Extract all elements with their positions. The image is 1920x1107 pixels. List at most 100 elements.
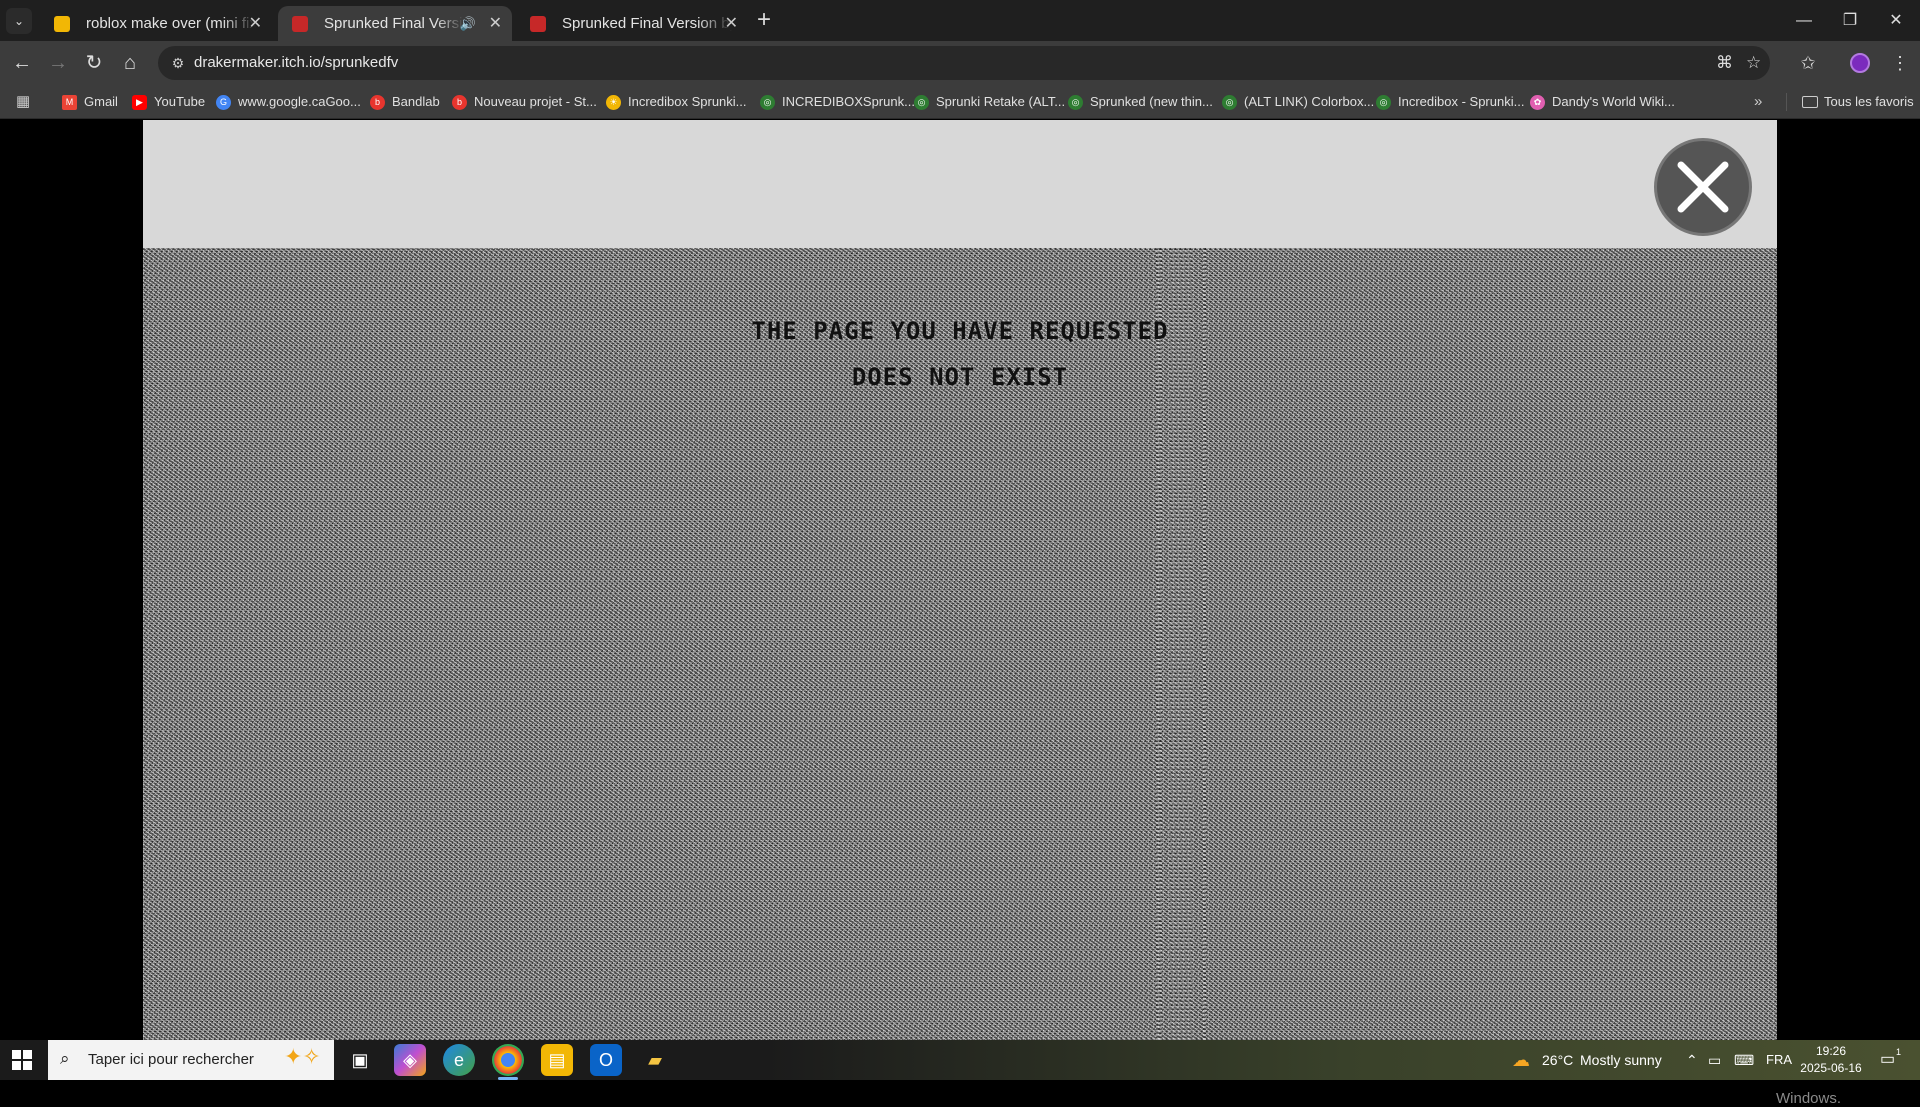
bookmark-sprunki-retake[interactable]: ◎ Sprunki Retake (ALT... bbox=[914, 85, 1065, 119]
bookmark-dandys-world[interactable]: ✿ Dandy's World Wiki... bbox=[1530, 85, 1675, 119]
youtube-icon: ▶ bbox=[132, 95, 147, 110]
all-bookmarks-folder[interactable]: Tous les favoris bbox=[1800, 85, 1914, 119]
error-line-1: THE PAGE YOU HAVE REQUESTED bbox=[751, 317, 1169, 345]
bookmark-alt-link-colorbox[interactable]: ◎ (ALT LINK) Colorbox... bbox=[1222, 85, 1374, 119]
tab-close-icon[interactable]: ✕ bbox=[725, 6, 738, 41]
folder-label: Tous les favoris bbox=[1824, 94, 1914, 109]
error-line-2: DOES NOT EXIST bbox=[851, 363, 1069, 391]
site-icon: ◎ bbox=[914, 95, 929, 110]
tab-strip: ⌄ roblox make over (mini fixes up ✕ Spru… bbox=[0, 0, 1920, 41]
close-game-button[interactable] bbox=[1654, 138, 1752, 236]
bookmarks-bar: ▦ M Gmail ▶ YouTube G www.google.caGoo..… bbox=[0, 85, 1920, 119]
tab-title: Sprunked Final Version by drak bbox=[562, 15, 732, 32]
game-frame: THE PAGE YOU HAVE REQUESTED DOES NOT EXI… bbox=[143, 120, 1777, 1040]
tab-favicon-icon bbox=[54, 16, 70, 32]
windows-taskbar: ⌕ Taper ici pour rechercher ✦✧ ▣ ◈ e ▤ O… bbox=[0, 1040, 1920, 1080]
translate-icon[interactable]: ⌘ bbox=[1716, 46, 1733, 80]
wiki-icon: ✿ bbox=[1530, 95, 1545, 110]
file-explorer-icon[interactable]: ▰ bbox=[639, 1044, 671, 1076]
edge-icon[interactable]: e bbox=[443, 1044, 475, 1076]
bookmark-label: Incredibox - Sprunki... bbox=[1398, 94, 1525, 109]
windows-start-icon[interactable] bbox=[12, 1050, 32, 1070]
bookmark-star-icon[interactable]: ☆ bbox=[1746, 46, 1761, 80]
favorites-icon[interactable]: ✩ bbox=[1792, 47, 1824, 79]
site-icon: ◎ bbox=[1068, 95, 1083, 110]
activate-windows-watermark: Windows. bbox=[1776, 1090, 1842, 1107]
notes-app-icon[interactable]: ▤ bbox=[541, 1044, 573, 1076]
new-tab-button[interactable]: + bbox=[757, 6, 771, 34]
google-icon: G bbox=[216, 95, 231, 110]
gmail-icon: M bbox=[62, 95, 77, 110]
reload-icon[interactable]: ↻ bbox=[78, 47, 110, 79]
tab-sprunked-active[interactable]: Sprunked Final Version by d 🔊 ✕ bbox=[278, 6, 512, 41]
outlook-icon[interactable]: O bbox=[590, 1044, 622, 1076]
site-info-icon[interactable]: ⚙ bbox=[168, 53, 188, 73]
clock-time: 19:26 bbox=[1815, 1044, 1847, 1058]
keyboard-icon[interactable]: ⌨ bbox=[1734, 1040, 1754, 1080]
bookmark-label: Dandy's World Wiki... bbox=[1552, 94, 1675, 109]
address-bar[interactable]: ⚙ drakermaker.itch.io/sprunkedfv ⌘ ☆ bbox=[158, 46, 1770, 80]
bookmark-nouveau-projet[interactable]: b Nouveau projet - St... bbox=[452, 85, 597, 119]
task-view-icon[interactable]: ▣ bbox=[344, 1044, 376, 1076]
taskbar-search[interactable]: ⌕ Taper ici pour rechercher ✦✧ bbox=[48, 1040, 334, 1080]
notification-icon[interactable]: ▭ bbox=[1880, 1040, 1895, 1080]
tab-close-icon[interactable]: ✕ bbox=[489, 6, 502, 41]
search-placeholder: Taper ici pour rechercher bbox=[88, 1051, 254, 1068]
bookmark-incredibox-sprunki-2[interactable]: ◎ Incredibox - Sprunki... bbox=[1376, 85, 1524, 119]
static-noise-background: THE PAGE YOU HAVE REQUESTED DOES NOT EXI… bbox=[143, 248, 1777, 1040]
notification-count: 1 bbox=[1896, 1047, 1902, 1057]
bookmark-label: Sprunki Retake (ALT... bbox=[936, 94, 1066, 109]
speaker-icon[interactable]: 🔊 bbox=[460, 6, 476, 41]
url-text[interactable]: drakermaker.itch.io/sprunkedfv bbox=[194, 46, 398, 80]
chevron-up-icon[interactable]: ⌃ bbox=[1686, 1040, 1698, 1080]
tab-roblox[interactable]: roblox make over (mini fixes up ✕ bbox=[40, 6, 272, 41]
apps-grid-icon[interactable]: ▦ bbox=[16, 93, 34, 111]
weather-icon[interactable]: ☁ bbox=[1512, 1040, 1530, 1080]
close-window-icon[interactable]: ✕ bbox=[1868, 0, 1920, 41]
weather-temp[interactable]: 26°C bbox=[1542, 1040, 1573, 1080]
system-clock[interactable]: 19:26 2025-06-16 bbox=[1796, 1043, 1866, 1077]
back-icon[interactable]: ← bbox=[6, 47, 38, 79]
bookmark-label: Sprunked (new thin... bbox=[1090, 94, 1213, 109]
itchio-favicon-icon bbox=[530, 16, 546, 32]
browser-toolbar: ← → ↻ ⌂ ⚙ drakermaker.itch.io/sprunkedfv… bbox=[0, 41, 1920, 85]
chrome-icon[interactable] bbox=[492, 1044, 524, 1080]
divider bbox=[1786, 93, 1787, 111]
bookmark-google[interactable]: G www.google.caGoo... bbox=[216, 85, 361, 119]
tab-sprunked-2[interactable]: Sprunked Final Version by drak ✕ bbox=[516, 6, 748, 41]
bookmark-sprunked-new[interactable]: ◎ Sprunked (new thin... bbox=[1068, 85, 1213, 119]
bookmark-label: www.google.caGoo... bbox=[238, 94, 361, 109]
bandlab-icon: b bbox=[452, 95, 467, 110]
search-icon: ⌕ bbox=[60, 1049, 70, 1068]
bookmark-incrediboxsprunk[interactable]: ◎ INCREDIBOXSprunk... bbox=[760, 85, 915, 119]
error-message: THE PAGE YOU HAVE REQUESTED DOES NOT EXI… bbox=[143, 308, 1777, 400]
bookmark-label: Gmail bbox=[84, 94, 118, 109]
tab-close-icon[interactable]: ✕ bbox=[249, 6, 262, 41]
weather-text[interactable]: Mostly sunny bbox=[1580, 1040, 1662, 1080]
bandlab-icon: b bbox=[370, 95, 385, 110]
bookmark-label: YouTube bbox=[154, 94, 206, 109]
tab-title: roblox make over (mini fixes up bbox=[86, 15, 256, 32]
menu-icon[interactable]: ⋮ bbox=[1884, 47, 1916, 79]
copilot-icon[interactable]: ◈ bbox=[394, 1044, 426, 1076]
bookmarks-overflow-icon[interactable]: » bbox=[1754, 85, 1762, 119]
game-header-bar bbox=[143, 120, 1777, 248]
bookmark-gmail[interactable]: M Gmail bbox=[62, 85, 118, 119]
tab-search-icon[interactable]: ⌄ bbox=[6, 8, 32, 34]
language-indicator[interactable]: FRA bbox=[1766, 1040, 1792, 1080]
profile-avatar[interactable] bbox=[1850, 53, 1870, 73]
sparkle-icon: ✦✧ bbox=[284, 1044, 321, 1069]
network-icon[interactable]: ▭ bbox=[1708, 1040, 1721, 1080]
bookmark-incredibox-sprunki[interactable]: ☀ Incredibox Sprunki... bbox=[606, 85, 747, 119]
site-icon: ◎ bbox=[1222, 95, 1237, 110]
forward-icon[interactable]: → bbox=[42, 47, 74, 79]
folder-icon bbox=[1802, 96, 1818, 108]
tab-title: Sprunked Final Version by d bbox=[324, 15, 464, 32]
bookmark-label: INCREDIBOXSprunk... bbox=[782, 94, 915, 109]
site-icon: ◎ bbox=[760, 95, 775, 110]
itchio-favicon-icon bbox=[292, 16, 308, 32]
bookmark-youtube[interactable]: ▶ YouTube bbox=[132, 85, 205, 119]
home-icon[interactable]: ⌂ bbox=[114, 47, 146, 79]
close-x-icon bbox=[1677, 161, 1729, 213]
bookmark-bandlab[interactable]: b Bandlab bbox=[370, 85, 440, 119]
